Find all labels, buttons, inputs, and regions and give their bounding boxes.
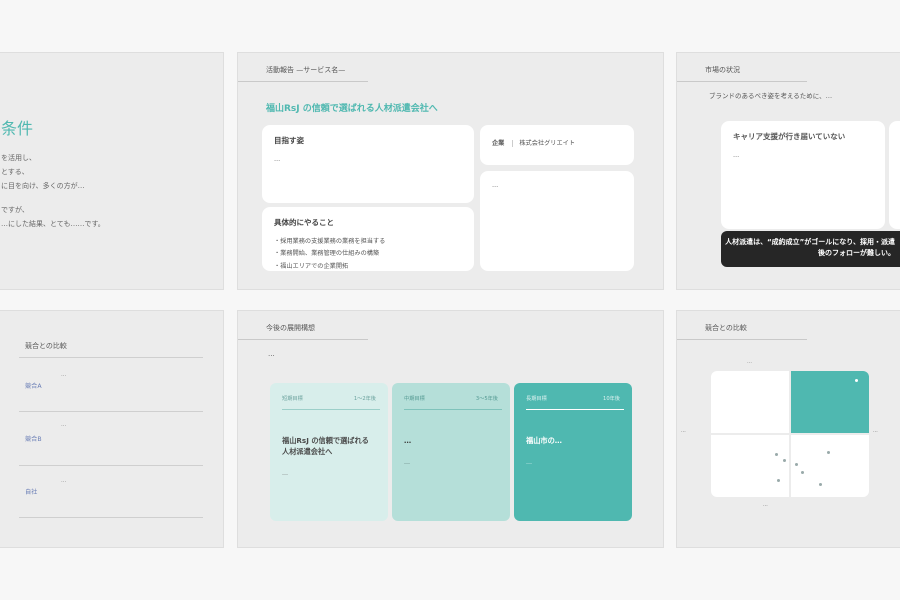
stage-period: 3〜5年後 <box>475 396 498 402</box>
plot-point <box>855 379 858 382</box>
section-divider <box>238 339 368 340</box>
axis-label-right: … <box>873 429 878 434</box>
card-title: 具体的にやること <box>274 218 334 227</box>
card-title: 目指す姿 <box>274 136 304 145</box>
issue-card-2 <box>889 121 900 229</box>
goal-card: 目指す姿 … <box>262 125 474 203</box>
row-divider <box>19 357 203 358</box>
plot-point <box>827 451 830 454</box>
slide-thumbnail-3[interactable]: 市場の状況 ブランドのあるべき姿を考えるために、… キャリア支援が行き届いていな… <box>676 52 900 290</box>
section-label: 競合との比較 <box>705 324 747 332</box>
row-text: … <box>61 372 67 378</box>
stage-period: 1〜2年後 <box>353 396 376 402</box>
row-divider <box>19 411 203 412</box>
stage-short-term: 短期目標 1〜2年後 福山RsJ の信頼で選ばれる人材派遣会社へ … <box>270 383 388 521</box>
plot-point <box>775 453 778 456</box>
slide-text-line: ですが、 <box>1 206 29 214</box>
slide-thumbnail-5[interactable]: 今後の展開構想 … 短期目標 1〜2年後 福山RsJ の信頼で選ばれる人材派遣会… <box>237 310 664 548</box>
list-item: ・福山エリアでの企業開拓 <box>274 262 349 270</box>
stage-title: … <box>404 436 412 445</box>
slide-text-line: に目を向け、多くの方が… <box>1 182 85 190</box>
section-label: 今後の展開構想 <box>266 324 315 332</box>
stage-label: 短期目標 <box>282 396 303 402</box>
company-card: 企業 株式会社グリエイト <box>480 125 634 165</box>
plot-point <box>819 483 822 486</box>
row-label: 競合B <box>25 436 42 443</box>
slide-text-line: …にした結果、とても……です。 <box>1 220 105 228</box>
stage-title: 福山RsJ の信頼で選ばれる人材派遣会社へ <box>282 436 369 457</box>
slide-thumbnail-4[interactable]: 競合との比較 競合A … 競合B … 自社 … <box>0 310 224 548</box>
row-label: 自社 <box>25 489 38 496</box>
slide-text-line: を活用し、 <box>1 154 36 162</box>
plot-point <box>801 471 804 474</box>
slide-heading: 福山RsJ の信頼で選ばれる人材派遣会社へ <box>266 104 438 114</box>
section-label: 市場の状況 <box>705 66 740 74</box>
stage-long-term: 長期目標 10年後 福山市の… … <box>514 383 632 521</box>
plot-point <box>777 479 780 482</box>
row-label: 競合A <box>25 383 42 390</box>
quadrant-bottom-right <box>791 435 869 497</box>
arrow-line <box>404 409 502 410</box>
issue-card: キャリア支援が行き届いていない … <box>721 121 885 229</box>
stage-text: … <box>404 459 410 467</box>
company-label: 企業 <box>492 140 505 147</box>
quadrant-top-left <box>711 371 789 433</box>
stage-mid-term: 中期目標 3〜5年後 … … <box>392 383 510 521</box>
section-divider <box>677 81 807 82</box>
list-item: ・業務開始、業務管理の仕組みの構築 <box>274 250 380 258</box>
slide-text-line: とする、 <box>1 168 29 176</box>
slide-thumbnail-1[interactable]: 条件 を活用し、 とする、 に目を向け、多くの方が… ですが、 …にした結果、と… <box>0 52 224 290</box>
stage-label: 長期目標 <box>526 396 547 402</box>
row-text: … <box>61 422 67 428</box>
row-divider <box>19 465 203 466</box>
key-message-banner: 人材派遣は、“成約成立”がゴールになり、採用・派遣後のフォローが難しい。 <box>721 231 900 267</box>
stage-text: … <box>282 470 288 478</box>
axis-label-left: … <box>681 429 686 434</box>
detail-card: … <box>480 171 634 271</box>
slide-intro: ブランドのあるべき姿を考えるために、… <box>709 92 833 100</box>
stage-title: 福山市の… <box>526 436 562 445</box>
card-text: … <box>274 155 281 163</box>
axis-label-bottom: … <box>763 503 768 508</box>
todo-card: 具体的にやること ・採用業務の支援業務の業務を担当する ・業務開始、業務管理の仕… <box>262 207 474 271</box>
stage-label: 中期目標 <box>404 396 425 402</box>
list-item: ・採用業務の支援業務の業務を担当する <box>274 237 386 245</box>
section-divider <box>677 339 807 340</box>
section-divider <box>238 81 368 82</box>
row-text: … <box>61 478 67 484</box>
slide-thumbnail-2[interactable]: 活動報告 —サービス名— 福山RsJ の信頼で選ばれる人材派遣会社へ 目指す姿 … <box>237 52 664 290</box>
slide-intro: … <box>268 350 275 358</box>
slide-thumbnail-6[interactable]: 競合との比較 … … … … <box>676 310 900 548</box>
slide-thumbnail-grid: 条件 を活用し、 とする、 に目を向け、多くの方が… ですが、 …にした結果、と… <box>0 0 900 600</box>
stage-text: … <box>526 459 532 467</box>
arrow-line <box>526 409 624 410</box>
slide-title: 条件 <box>1 119 34 138</box>
card-text: … <box>492 182 499 189</box>
quadrant-bottom-left <box>711 435 789 497</box>
axis-label-top: … <box>747 359 752 365</box>
arrow-line <box>282 409 380 410</box>
row-divider <box>19 517 203 518</box>
card-text: … <box>733 151 740 159</box>
section-label: 競合との比較 <box>25 342 67 350</box>
company-name: 株式会社グリエイト <box>512 140 576 147</box>
section-label: 活動報告 —サービス名— <box>266 66 346 74</box>
card-title: キャリア支援が行き届いていない <box>733 132 846 141</box>
stage-period: 10年後 <box>603 396 620 402</box>
plot-point <box>783 459 786 462</box>
plot-point <box>795 463 798 466</box>
